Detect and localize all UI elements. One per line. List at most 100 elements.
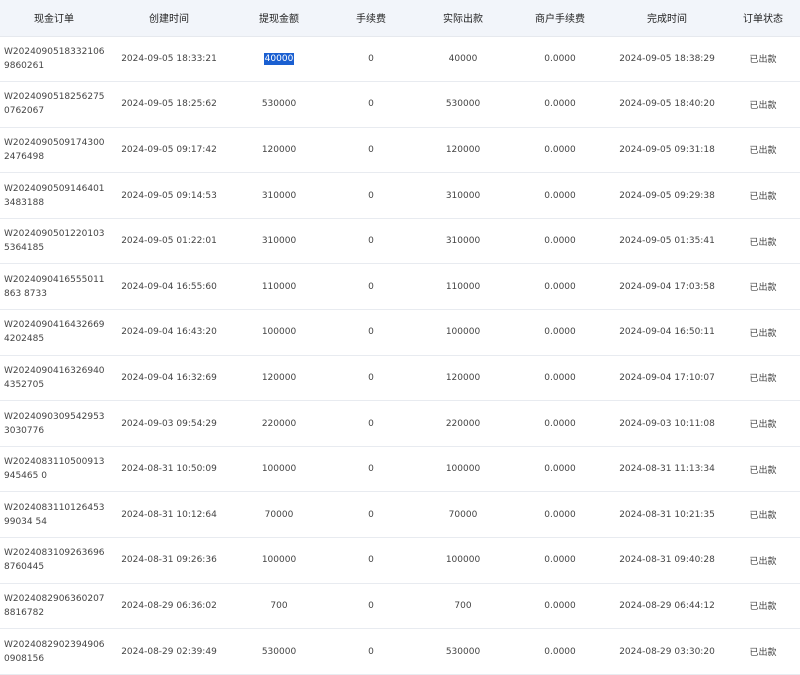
actual-payout-cell: 700 (414, 583, 512, 630)
completed-time-cell: 2024-09-05 01:35:41 (608, 218, 726, 265)
fee-cell-text: 0 (368, 53, 374, 64)
fee-cell: 0 (328, 355, 414, 402)
actual-payout-cell-text: 100000 (445, 464, 481, 475)
merchant-fee-cell-text: 0.0000 (544, 327, 576, 338)
withdraw-amount-cell: 40000 (230, 36, 328, 83)
actual-payout-cell-text: 700 (454, 600, 472, 611)
fee-cell-text: 0 (368, 144, 374, 155)
actual-payout-cell-text: 40000 (448, 53, 478, 64)
merchant-fee-cell-text: 0.0000 (544, 281, 576, 292)
col-header-completed-time[interactable]: 完成时间 (608, 0, 726, 37)
fee-cell-text: 0 (368, 190, 374, 201)
table-row[interactable]: W20240829063602078816782 2024-08-29 06:36… (0, 583, 800, 630)
col-header-fee[interactable]: 手续费 (328, 0, 414, 37)
created-time-cell: 2024-08-31 10:50:09 (108, 446, 230, 493)
fee-cell-text: 0 (368, 281, 374, 292)
status-cell-text: 已出款 (749, 465, 777, 476)
completed-time-cell-text: 2024-09-03 10:11:08 (619, 418, 715, 429)
col-header-actual-payout[interactable]: 实际出款 (414, 0, 512, 37)
withdraw-amount-cell-text: 530000 (261, 99, 297, 110)
order-id-cell: W20240903095429533030776 (0, 400, 108, 447)
actual-payout-cell: 100000 (414, 537, 512, 584)
status-cell-text: 已出款 (749, 100, 777, 111)
merchant-fee-cell: 0.0000 (512, 583, 608, 630)
order-id-cell: W20240829063602078816782 (0, 583, 108, 630)
table-row[interactable]: W20240903095429533030776 2024-09-03 09:54… (0, 400, 800, 447)
fee-cell-text: 0 (368, 646, 374, 657)
completed-time-cell-text: 2024-09-04 17:03:58 (619, 281, 715, 292)
withdraw-amount-cell-text: 100000 (261, 327, 297, 338)
fee-cell-text: 0 (368, 236, 374, 247)
table-row[interactable]: W20240904164326694202485 2024-09-04 16:43… (0, 309, 800, 356)
actual-payout-cell: 40000 (414, 36, 512, 83)
order-id-cell-text: W20240905091464013483188 (4, 183, 105, 208)
col-header-created-time[interactable]: 创建时间 (108, 0, 230, 37)
actual-payout-cell: 530000 (414, 81, 512, 128)
status-cell-text: 已出款 (749, 146, 777, 157)
created-time-cell: 2024-09-05 18:25:62 (108, 81, 230, 128)
merchant-fee-cell: 0.0000 (512, 309, 608, 356)
order-id-cell: W2024090416555011863 8733 (0, 263, 108, 311)
actual-payout-cell-text: 530000 (445, 646, 481, 657)
table-row[interactable]: W20240905091743002476498 2024-09-05 09:17… (0, 127, 800, 174)
created-time-cell: 2024-09-04 16:55:60 (108, 263, 230, 311)
completed-time-cell: 2024-08-31 09:40:28 (608, 537, 726, 584)
col-header-withdraw-amount[interactable]: 提现金额 (230, 0, 328, 37)
completed-time-cell-text: 2024-09-05 01:35:41 (619, 236, 715, 247)
col-header-status[interactable]: 订单状态 (726, 0, 800, 37)
table-row[interactable]: W20240829023949060908156 2024-08-29 02:39… (0, 628, 800, 675)
col-header-order-id[interactable]: 现金订单 (0, 0, 108, 37)
completed-time-cell: 2024-09-05 18:40:20 (608, 81, 726, 128)
table-row[interactable]: W20240904163269404352705 2024-09-04 16:32… (0, 355, 800, 402)
created-time-cell: 2024-09-04 16:43:20 (108, 309, 230, 356)
order-id-cell-text: W202408311012645399034 54 (4, 502, 105, 527)
fee-cell-text: 0 (368, 509, 374, 520)
table-row[interactable]: W20240905182562750762067 2024-09-05 18:25… (0, 81, 800, 128)
merchant-fee-cell-text: 0.0000 (544, 646, 576, 657)
withdraw-amount-cell-text: 120000 (261, 372, 297, 383)
withdraw-amount-cell-text: 120000 (261, 144, 297, 155)
table-row[interactable]: W2024083110500913945465 0 2024-08-31 10:5… (0, 446, 800, 493)
table-row[interactable]: W202408311012645399034 54 2024-08-31 10:1… (0, 491, 800, 539)
table-row[interactable]: W20240905183321069860261 2024-09-05 18:33… (0, 36, 800, 83)
merchant-fee-cell-text: 0.0000 (544, 464, 576, 475)
status-cell-text: 已出款 (749, 556, 777, 567)
withdraw-amount-cell: 120000 (230, 127, 328, 174)
merchant-fee-cell: 0.0000 (512, 628, 608, 675)
status-cell: 已出款 (726, 537, 800, 584)
actual-payout-cell-text: 100000 (445, 327, 481, 338)
fee-cell-text: 0 (368, 99, 374, 110)
withdraw-amount-cell: 70000 (230, 491, 328, 539)
order-id-cell: W202408311012645399034 54 (0, 491, 108, 539)
merchant-fee-cell-text: 0.0000 (544, 418, 576, 429)
fee-cell: 0 (328, 537, 414, 584)
status-cell-text: 已出款 (749, 192, 777, 203)
fee-cell: 0 (328, 36, 414, 83)
table-row[interactable]: W2024090416555011863 8733 2024-09-04 16:5… (0, 263, 800, 311)
fee-cell: 0 (328, 127, 414, 174)
actual-payout-cell-text: 70000 (448, 509, 478, 520)
withdraw-amount-cell: 220000 (230, 400, 328, 447)
created-time-cell-text: 2024-09-05 01:22:01 (121, 236, 217, 247)
table-row[interactable]: W20240905091464013483188 2024-09-05 09:14… (0, 172, 800, 219)
order-id-cell-text: W20240904164326694202485 (4, 320, 105, 345)
col-header-merchant-fee[interactable]: 商户手续费 (512, 0, 608, 37)
status-cell: 已出款 (726, 263, 800, 311)
withdraw-amount-cell-text: 70000 (264, 509, 294, 520)
actual-payout-cell: 310000 (414, 172, 512, 219)
order-id-cell: W20240904163269404352705 (0, 355, 108, 402)
status-cell-text: 已出款 (749, 420, 777, 431)
actual-payout-cell-text: 530000 (445, 99, 481, 110)
table-row[interactable]: W20240831092636968760445 2024-08-31 09:26… (0, 537, 800, 584)
order-id-cell-text: W2024083110500913945465 0 (4, 457, 105, 482)
created-time-cell: 2024-08-31 09:26:36 (108, 537, 230, 584)
table-row[interactable]: W20240905012201035364185 2024-09-05 01:22… (0, 218, 800, 265)
fee-cell: 0 (328, 172, 414, 219)
actual-payout-cell-text: 120000 (445, 372, 481, 383)
order-id-cell: W20240829023949060908156 (0, 628, 108, 675)
status-cell-text: 已出款 (749, 237, 777, 248)
status-cell: 已出款 (726, 446, 800, 493)
withdraw-amount-cell-text: 700 (270, 600, 288, 611)
status-cell: 已出款 (726, 628, 800, 675)
status-cell: 已出款 (726, 400, 800, 447)
